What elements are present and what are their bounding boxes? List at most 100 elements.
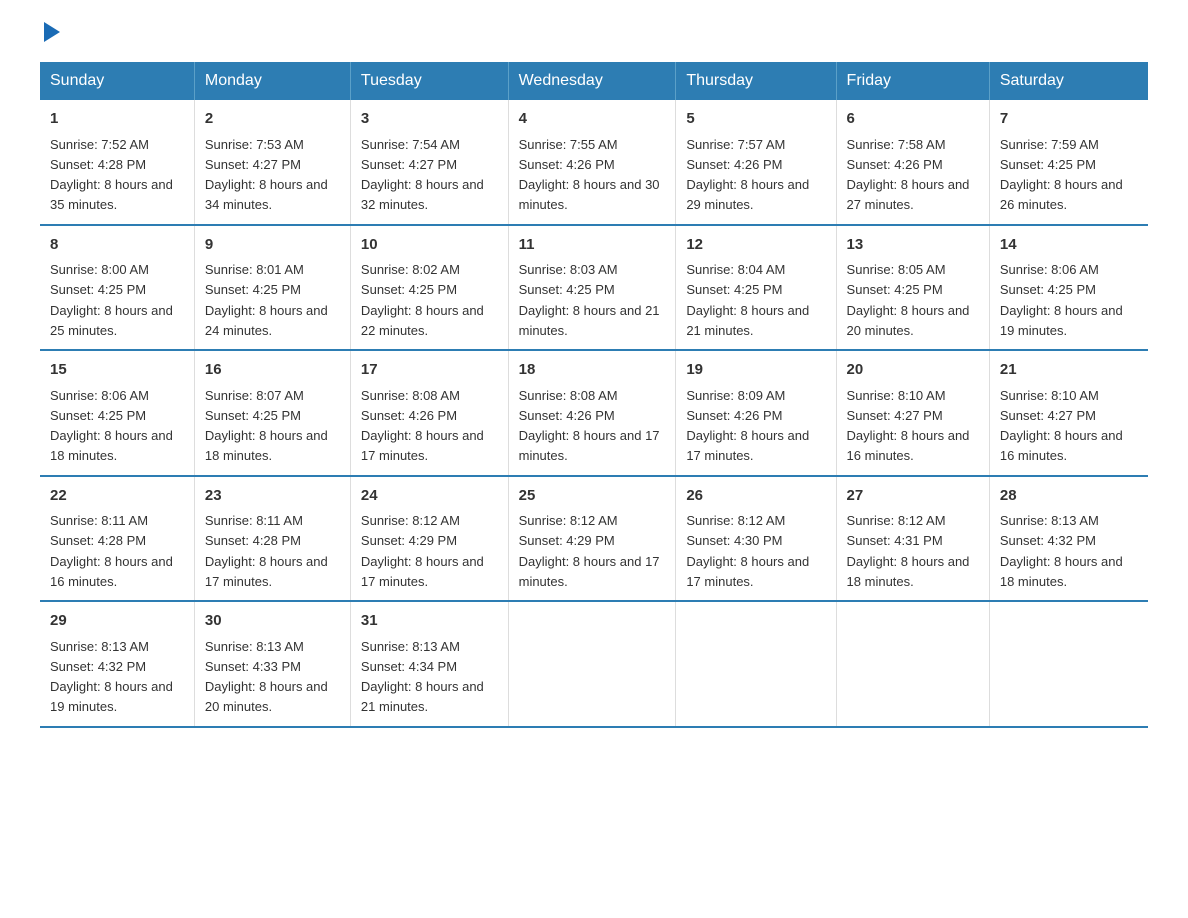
day-number: 20 [847,359,979,382]
day-number: 3 [361,108,498,131]
day-header-wednesday: Wednesday [508,62,676,100]
calendar-cell: 10 Sunrise: 8:02 AMSunset: 4:25 PMDayligh… [350,225,508,351]
day-number: 21 [1000,359,1138,382]
calendar-cell: 3 Sunrise: 7:54 AMSunset: 4:27 PMDaylight… [350,100,508,225]
calendar-cell: 16 Sunrise: 8:07 AMSunset: 4:25 PMDayligh… [194,350,350,476]
logo-triangle-icon [44,22,60,42]
day-number: 31 [361,610,498,633]
day-number: 22 [50,485,184,508]
day-number: 1 [50,108,184,131]
day-info: Sunrise: 8:13 AMSunset: 4:32 PMDaylight:… [50,639,173,715]
calendar-cell: 2 Sunrise: 7:53 AMSunset: 4:27 PMDaylight… [194,100,350,225]
calendar-cell [508,601,676,727]
calendar-week-row: 15 Sunrise: 8:06 AMSunset: 4:25 PMDayligh… [40,350,1148,476]
day-info: Sunrise: 8:13 AMSunset: 4:32 PMDaylight:… [1000,513,1123,589]
calendar-cell: 22 Sunrise: 8:11 AMSunset: 4:28 PMDayligh… [40,476,194,602]
day-info: Sunrise: 8:09 AMSunset: 4:26 PMDaylight:… [686,388,809,464]
calendar-table: SundayMondayTuesdayWednesdayThursdayFrid… [40,62,1148,728]
day-number: 19 [686,359,825,382]
calendar-cell: 13Sunrise: 8:05 AMSunset: 4:25 PMDayligh… [836,225,989,351]
day-info: Sunrise: 8:07 AMSunset: 4:25 PMDaylight:… [205,388,328,464]
calendar-cell: 17 Sunrise: 8:08 AMSunset: 4:26 PMDayligh… [350,350,508,476]
calendar-week-row: 1 Sunrise: 7:52 AMSunset: 4:28 PMDaylight… [40,100,1148,225]
day-number: 17 [361,359,498,382]
day-header-tuesday: Tuesday [350,62,508,100]
calendar-cell [989,601,1148,727]
calendar-cell: 23 Sunrise: 8:11 AMSunset: 4:28 PMDayligh… [194,476,350,602]
day-number: 30 [205,610,340,633]
calendar-cell: 9Sunrise: 8:01 AMSunset: 4:25 PMDaylight… [194,225,350,351]
calendar-week-row: 29 Sunrise: 8:13 AMSunset: 4:32 PMDayligh… [40,601,1148,727]
day-number: 12 [686,234,825,257]
day-info: Sunrise: 8:08 AMSunset: 4:26 PMDaylight:… [519,388,660,464]
calendar-cell: 15 Sunrise: 8:06 AMSunset: 4:25 PMDayligh… [40,350,194,476]
page-header [40,30,1148,42]
day-info: Sunrise: 8:11 AMSunset: 4:28 PMDaylight:… [205,513,328,589]
day-info: Sunrise: 8:00 AMSunset: 4:25 PMDaylight:… [50,262,173,338]
day-number: 6 [847,108,979,131]
day-info: Sunrise: 7:53 AMSunset: 4:27 PMDaylight:… [205,137,328,213]
calendar-cell: 8 Sunrise: 8:00 AMSunset: 4:25 PMDaylight… [40,225,194,351]
day-info: Sunrise: 8:02 AMSunset: 4:25 PMDaylight:… [361,262,484,338]
day-number: 2 [205,108,340,131]
day-info: Sunrise: 8:03 AMSunset: 4:25 PMDaylight:… [519,262,660,338]
day-number: 10 [361,234,498,257]
day-number: 25 [519,485,666,508]
day-number: 4 [519,108,666,131]
day-number: 27 [847,485,979,508]
day-number: 16 [205,359,340,382]
calendar-cell: 7 Sunrise: 7:59 AMSunset: 4:25 PMDaylight… [989,100,1148,225]
calendar-cell: 20 Sunrise: 8:10 AMSunset: 4:27 PMDayligh… [836,350,989,476]
day-info: Sunrise: 8:11 AMSunset: 4:28 PMDaylight:… [50,513,173,589]
calendar-cell [836,601,989,727]
calendar-week-row: 22 Sunrise: 8:11 AMSunset: 4:28 PMDayligh… [40,476,1148,602]
calendar-cell: 24 Sunrise: 8:12 AMSunset: 4:29 PMDayligh… [350,476,508,602]
calendar-cell: 28Sunrise: 8:13 AMSunset: 4:32 PMDayligh… [989,476,1148,602]
day-number: 23 [205,485,340,508]
day-info: Sunrise: 8:04 AMSunset: 4:25 PMDaylight:… [686,262,809,338]
calendar-cell: 19 Sunrise: 8:09 AMSunset: 4:26 PMDayligh… [676,350,836,476]
day-number: 9 [205,234,340,257]
calendar-cell: 30 Sunrise: 8:13 AMSunset: 4:33 PMDayligh… [194,601,350,727]
day-info: Sunrise: 7:55 AMSunset: 4:26 PMDaylight:… [519,137,660,213]
day-header-sunday: Sunday [40,62,194,100]
day-info: Sunrise: 8:06 AMSunset: 4:25 PMDaylight:… [50,388,173,464]
day-info: Sunrise: 8:12 AMSunset: 4:29 PMDaylight:… [361,513,484,589]
day-info: Sunrise: 8:10 AMSunset: 4:27 PMDaylight:… [1000,388,1123,464]
day-info: Sunrise: 7:54 AMSunset: 4:27 PMDaylight:… [361,137,484,213]
day-info: Sunrise: 8:08 AMSunset: 4:26 PMDaylight:… [361,388,484,464]
day-number: 7 [1000,108,1138,131]
day-number: 24 [361,485,498,508]
calendar-cell: 1 Sunrise: 7:52 AMSunset: 4:28 PMDaylight… [40,100,194,225]
day-info: Sunrise: 8:05 AMSunset: 4:25 PMDaylight:… [847,262,970,338]
day-info: Sunrise: 7:58 AMSunset: 4:26 PMDaylight:… [847,137,970,213]
day-info: Sunrise: 8:06 AMSunset: 4:25 PMDaylight:… [1000,262,1123,338]
day-info: Sunrise: 7:52 AMSunset: 4:28 PMDaylight:… [50,137,173,213]
calendar-cell: 6 Sunrise: 7:58 AMSunset: 4:26 PMDaylight… [836,100,989,225]
day-header-monday: Monday [194,62,350,100]
day-number: 18 [519,359,666,382]
calendar-cell: 14Sunrise: 8:06 AMSunset: 4:25 PMDayligh… [989,225,1148,351]
calendar-cell: 4 Sunrise: 7:55 AMSunset: 4:26 PMDaylight… [508,100,676,225]
day-info: Sunrise: 8:12 AMSunset: 4:30 PMDaylight:… [686,513,809,589]
day-number: 26 [686,485,825,508]
calendar-cell: 26 Sunrise: 8:12 AMSunset: 4:30 PMDayligh… [676,476,836,602]
day-info: Sunrise: 8:12 AMSunset: 4:31 PMDaylight:… [847,513,970,589]
calendar-cell: 31 Sunrise: 8:13 AMSunset: 4:34 PMDayligh… [350,601,508,727]
calendar-header-row: SundayMondayTuesdayWednesdayThursdayFrid… [40,62,1148,100]
day-info: Sunrise: 8:12 AMSunset: 4:29 PMDaylight:… [519,513,660,589]
day-number: 29 [50,610,184,633]
calendar-cell: 21 Sunrise: 8:10 AMSunset: 4:27 PMDayligh… [989,350,1148,476]
calendar-cell: 5Sunrise: 7:57 AMSunset: 4:26 PMDaylight… [676,100,836,225]
day-header-saturday: Saturday [989,62,1148,100]
day-number: 15 [50,359,184,382]
calendar-cell: 27 Sunrise: 8:12 AMSunset: 4:31 PMDayligh… [836,476,989,602]
day-number: 11 [519,234,666,257]
day-number: 8 [50,234,184,257]
day-info: Sunrise: 8:13 AMSunset: 4:33 PMDaylight:… [205,639,328,715]
day-info: Sunrise: 8:13 AMSunset: 4:34 PMDaylight:… [361,639,484,715]
day-info: Sunrise: 7:59 AMSunset: 4:25 PMDaylight:… [1000,137,1123,213]
day-header-friday: Friday [836,62,989,100]
logo [40,30,60,42]
day-info: Sunrise: 8:10 AMSunset: 4:27 PMDaylight:… [847,388,970,464]
